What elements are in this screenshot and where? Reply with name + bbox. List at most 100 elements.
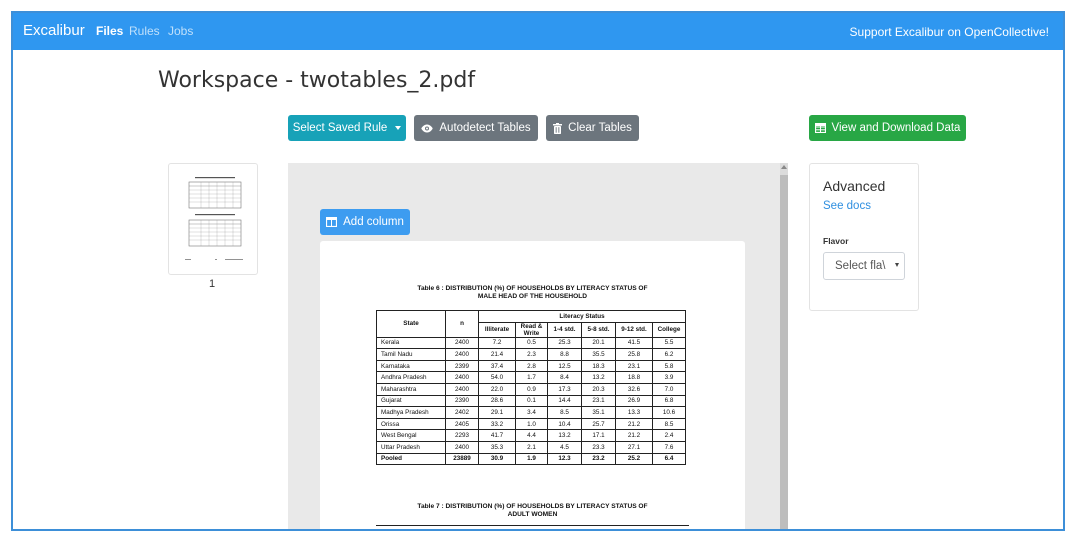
table-cell: 3.9 <box>652 371 686 384</box>
flavor-select[interactable]: Select fla\ <box>823 252 905 280</box>
table-cell: 6.2 <box>652 348 686 361</box>
table-cell: 2405 <box>445 417 479 431</box>
header-college: College <box>652 321 686 338</box>
table-cell: 35.3 <box>478 440 516 454</box>
table6-caption-line2: MALE HEAD OF THE HOUSEHOLD <box>477 293 588 300</box>
table7-caption-line2: ADULT WOMEN <box>507 511 558 518</box>
table-cell-state: Maharashtra <box>376 382 446 396</box>
clear-tables-button[interactable]: Clear Tables <box>546 115 639 141</box>
table-cell: 35.1 <box>581 406 616 419</box>
chevron-down-icon <box>895 263 899 267</box>
table-cell: 6.8 <box>652 394 686 408</box>
table-cell: 12.3 <box>547 452 582 466</box>
table-row-pooled: Pooled 23889 30.9 1.9 12.3 23.2 25.2 6.4 <box>376 452 686 466</box>
table-cell: 18.8 <box>615 371 653 384</box>
table-row: Uttar Pradesh 2400 35.3 2.1 4.5 23.3 27.1 7.6 <box>376 440 686 454</box>
add-column-button[interactable]: Add column <box>320 209 410 235</box>
table-cell: 6.4 <box>652 452 686 466</box>
table-row: West Bengal 2293 41.7 4.4 13.2 17.1 21.2 2.4 <box>376 429 686 442</box>
table-cell: 4.5 <box>547 440 582 454</box>
header-1-4-std: 1-4 std. <box>547 321 582 338</box>
table-cell-state: Kerala <box>376 336 446 350</box>
table-cell: 2.3 <box>515 348 548 361</box>
table-cell: 1.7 <box>515 371 548 384</box>
table-row: Maharashtra 2400 22.0 0.9 17.3 20.3 32.6 7.0 <box>376 382 686 396</box>
table-cell-state: Gujarat <box>376 394 446 408</box>
view-download-button[interactable]: View and Download Data <box>809 115 966 141</box>
table-cell: 20.1 <box>581 336 616 350</box>
table-cell: 23.3 <box>581 440 616 454</box>
scroll-up-arrow-icon[interactable] <box>781 165 787 169</box>
table-cell: 35.5 <box>581 348 616 361</box>
table-cell: 25.7 <box>581 417 616 431</box>
table-row: Andhra Pradesh 2400 54.0 1.7 8.4 13.2 18.8 3.9 <box>376 371 686 384</box>
table-cell-state: Madhya Pradesh <box>376 406 446 419</box>
table-row: Orissa 2405 33.2 1.0 10.4 25.7 21.2 8.5 <box>376 417 686 431</box>
support-link[interactable]: Support Excalibur on OpenCollective! <box>850 25 1049 39</box>
table-cell: 2390 <box>445 394 479 408</box>
brand-link[interactable]: Excalibur <box>23 22 85 39</box>
select-saved-rule-button[interactable]: Select Saved Rule <box>288 115 406 141</box>
table-cell: 22.0 <box>478 382 516 396</box>
table-cell: 0.1 <box>515 394 548 408</box>
trash-icon <box>553 122 563 134</box>
page-thumbnail-preview <box>185 177 243 260</box>
page-thumbnail[interactable] <box>168 163 258 275</box>
table-cell-state: West Bengal <box>376 429 446 442</box>
table-icon <box>814 123 826 133</box>
table6-caption-line1: Table 6 : DISTRIBUTION (%) OF HOUSEHOLDS… <box>417 285 648 292</box>
table-cell: 25.8 <box>615 348 653 361</box>
table-cell: 18.3 <box>581 359 616 373</box>
pdf-page: Table 6 : DISTRIBUTION (%) OF HOUSEHOLDS… <box>320 241 745 529</box>
table-cell: 0.9 <box>515 382 548 396</box>
table-cell: 0.5 <box>515 336 548 350</box>
table-cell: 41.5 <box>615 336 653 350</box>
view-download-label: View and Download Data <box>831 122 961 134</box>
table-cell: 7.0 <box>652 382 686 396</box>
select-saved-rule-label: Select Saved Rule <box>292 122 388 134</box>
page-title: Workspace - twotables_2.pdf <box>158 68 476 93</box>
table-cell: 29.1 <box>478 406 516 419</box>
autodetect-tables-button[interactable]: Autodetect Tables <box>414 115 538 141</box>
table-cell: 25.3 <box>547 336 582 350</box>
table-cell-state: Karnataka <box>376 359 446 373</box>
table-cell: 1.0 <box>515 417 548 431</box>
table-cell: 37.4 <box>478 359 516 373</box>
table-cell: 41.7 <box>478 429 516 442</box>
header-literacy-status: Literacy Status <box>478 310 686 323</box>
see-docs-link[interactable]: See docs <box>823 200 871 212</box>
flavor-select-value: Select fla\ <box>835 260 886 272</box>
table-cell: 2400 <box>445 348 479 361</box>
table-cell: 7.2 <box>478 336 516 350</box>
table-cell: 23889 <box>445 452 479 466</box>
table-cell: 17.3 <box>547 382 582 396</box>
viewer-scrollbar[interactable] <box>780 163 788 529</box>
header-illiterate: Illiterate <box>478 321 516 338</box>
table-cell: 33.2 <box>478 417 516 431</box>
table6-body: Kerala 2400 7.2 0.5 25.3 20.1 41.5 5.5 Tamil Nad… <box>376 336 686 466</box>
header-state: State <box>376 310 446 338</box>
table-cell: 13.3 <box>615 406 653 419</box>
table-cell: 23.2 <box>581 452 616 466</box>
table-cell: 2399 <box>445 359 479 373</box>
nav-rules[interactable]: Rules <box>129 24 160 38</box>
table-cell: 21.2 <box>615 429 653 442</box>
eye-icon <box>421 124 434 132</box>
nav-files[interactable]: Files <box>96 24 123 38</box>
table-row: Tamil Nadu 2400 21.4 2.3 8.8 35.5 25.8 6.2 <box>376 348 686 361</box>
advanced-panel: Advanced See docs Flavor Select fla\ <box>809 163 919 311</box>
table6: State n Literacy Status Illiterate Read … <box>376 310 686 466</box>
table-cell: 8.8 <box>547 348 582 361</box>
nav-jobs[interactable]: Jobs <box>168 24 193 38</box>
table-row: Karnataka 2399 37.4 2.8 12.5 18.3 23.1 5.8 <box>376 359 686 373</box>
table-cell-state: Andhra Pradesh <box>376 371 446 384</box>
table-cell-state: Orissa <box>376 417 446 431</box>
scroll-thumb[interactable] <box>780 175 788 529</box>
table-cell: 20.3 <box>581 382 616 396</box>
table-cell-state: Uttar Pradesh <box>376 440 446 454</box>
pdf-viewer[interactable]: Add column Table 6 : DISTRIBUTION (%) OF… <box>288 163 788 529</box>
table-cell: 2.4 <box>652 429 686 442</box>
table-cell: 13.2 <box>547 429 582 442</box>
table-cell: 2.8 <box>515 359 548 373</box>
table-cell: 3.4 <box>515 406 548 419</box>
